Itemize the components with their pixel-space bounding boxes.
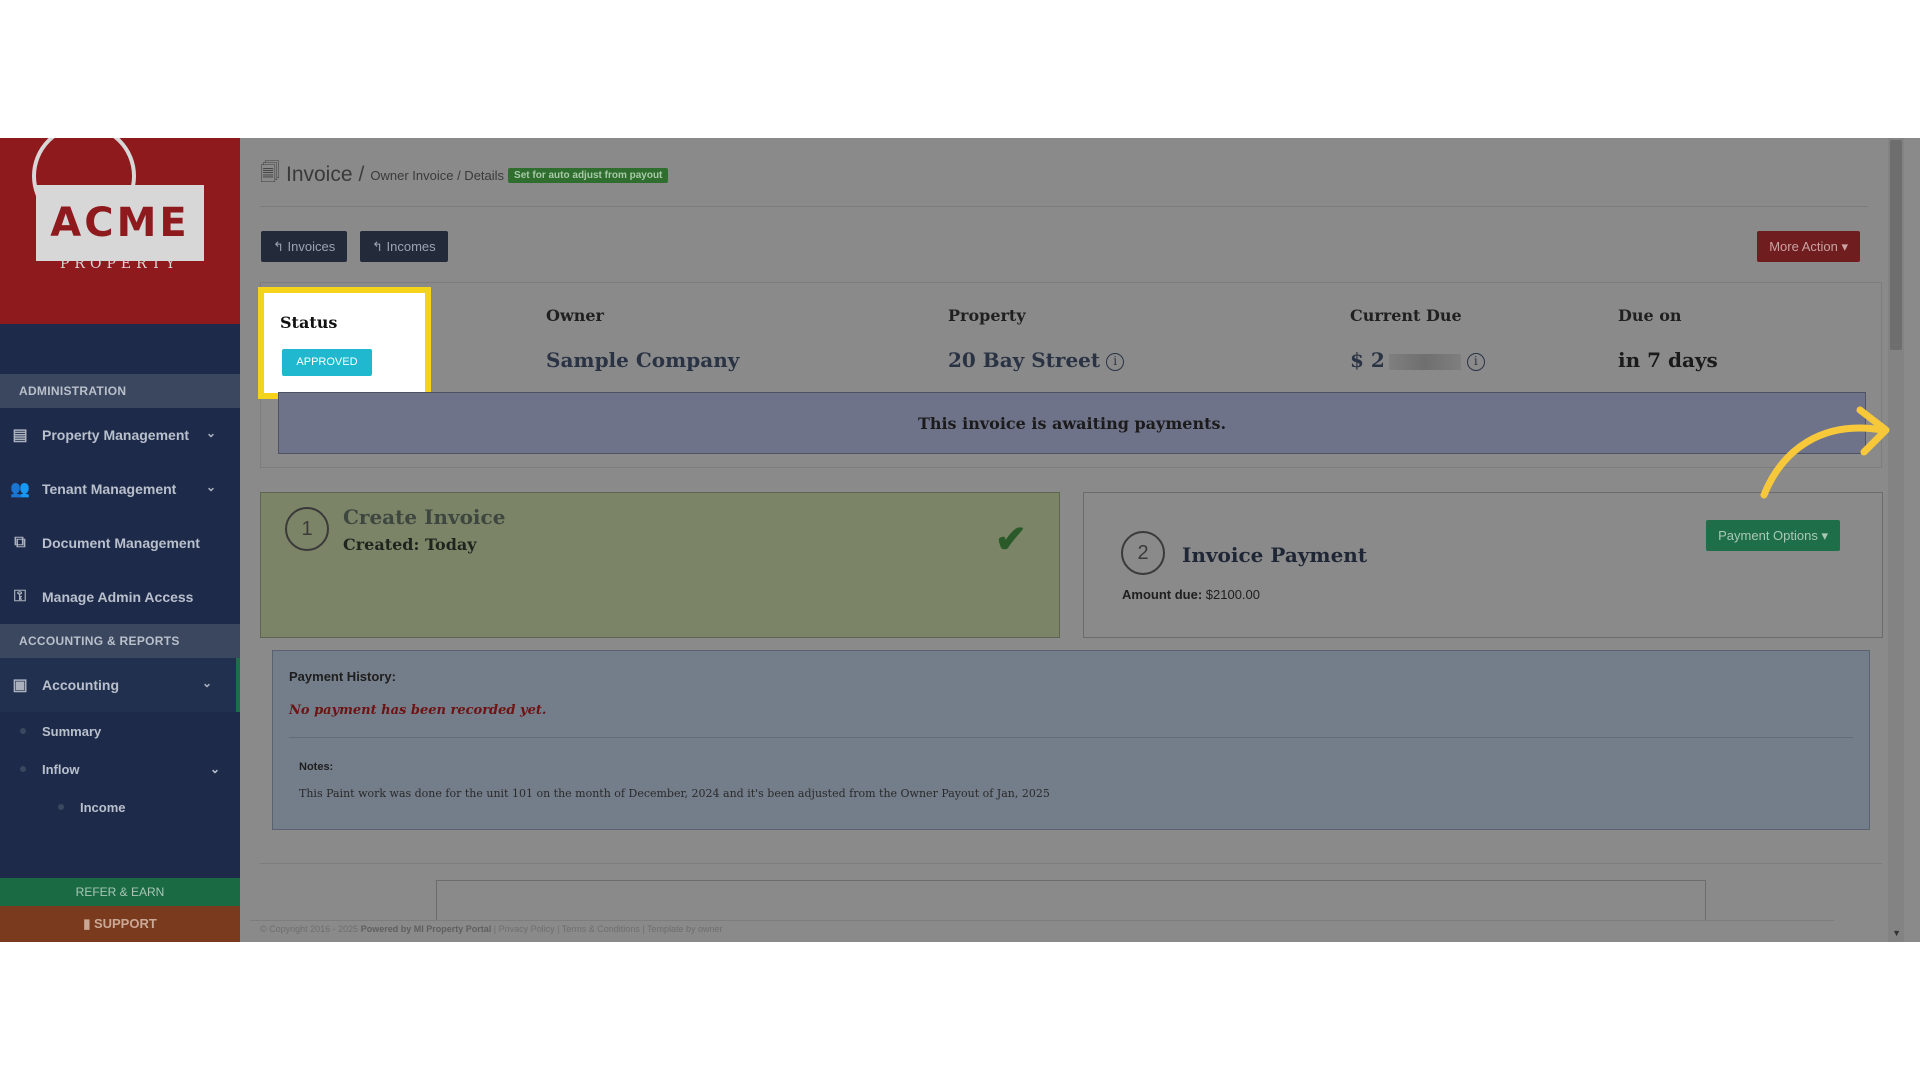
chevron-down-icon: ⌄ [205,480,216,494]
notes-label: Notes: [299,761,334,773]
owner-value: Sample Company [546,348,740,372]
app-window: ACME PROPERTY ADMINISTRATION ▤ Property … [0,138,1920,942]
due-on-label: Due on [1618,306,1682,325]
redacted-amount [1388,353,1461,370]
sidebar-item-document-management[interactable]: ⧉ Document Management [0,516,240,570]
main-content: 🗐 Invoice / Owner Invoice / Details Set … [240,138,1904,942]
due-on-value: in 7 days [1618,348,1718,372]
chevron-down-icon: ⌄ [205,426,216,440]
step-invoice-payment: 2 Invoice Payment Payment Options ▾ Amou… [1083,492,1883,638]
sidebar-item-manage-admin-access[interactable]: ⚿ Manage Admin Access [0,570,240,624]
sidebar-item-label: Document Management [42,535,200,551]
annotation-arrow-icon [1760,406,1890,499]
reply-icon: ↰ [273,239,288,254]
section-accounting-reports: ACCOUNTING & REPORTS [0,624,240,658]
reply-icon: ↰ [372,239,387,254]
sidebar-subitem-summary[interactable]: Summary [0,712,240,750]
checkmark-icon: ✔ [995,519,1027,561]
key-icon: ⚿ [13,588,27,605]
footer-links[interactable]: | Privacy Policy | Terms & Conditions | [494,924,645,934]
refer-earn-button[interactable]: REFER & EARN [0,878,240,906]
status-label: Status [280,313,338,332]
awaiting-payment-banner: This invoice is awaiting payments. [278,392,1866,454]
sidebar: ACME PROPERTY ADMINISTRATION ▤ Property … [0,138,240,942]
logo-subtext: PROPERTY [60,256,180,272]
logo[interactable]: ACME PROPERTY [0,138,240,324]
step-create-invoice: 1 Create Invoice Created: Today ✔ [260,492,1060,638]
breadcrumb: 🗐 Invoice / Owner Invoice / Details Set … [260,158,669,192]
scroll-down-arrow-icon[interactable]: ▼ [1892,928,1901,938]
sidebar-subitem-inflow[interactable]: Inflow ⌄ [0,750,240,788]
step-title: Invoice Payment [1182,543,1368,567]
current-due-label: Current Due [1350,306,1462,325]
page-title: Invoice [285,163,353,186]
money-icon: ▣ [12,677,28,694]
payment-history-panel: Payment History: No payment has been rec… [272,650,1870,830]
book-icon: ▮ [83,916,94,931]
incomes-back-button[interactable]: ↰ Incomes [360,231,448,262]
sidebar-item-label: Property Management [42,427,190,443]
step-number: 2 [1121,531,1165,575]
auto-adjust-badge: Set for auto adjust from payout [508,167,669,183]
lower-panel-inner [436,880,1706,920]
building-icon: ▤ [12,427,28,444]
property-label: Property [948,306,1026,325]
powered-by-link[interactable]: Powered by MI Property Portal [361,924,492,934]
info-icon[interactable]: i [1466,353,1485,371]
scrollbar-thumb[interactable] [1890,140,1902,350]
sidebar-item-label: Manage Admin Access [42,589,194,605]
owner-label: Owner [546,306,604,325]
chevron-down-icon: ⌄ [201,676,212,690]
documents-icon: ⧉ [14,534,26,551]
sidebar-item-tenant-management[interactable]: 👥 Tenant Management ⌄ [0,462,240,516]
property-value: 20 Bay Street i [948,348,1125,372]
sidebar-item-accounting[interactable]: ▣ Accounting ⌄ [0,658,240,712]
caret-down-icon: ▾ [1817,528,1828,543]
footer: © Copyright 2016 - 2025 Powered by MI Pr… [260,924,723,934]
support-button[interactable]: ▮ SUPPORT [0,906,240,942]
payment-history-empty: No payment has been recorded yet. [289,703,547,718]
sidebar-item-label: Accounting [42,677,119,693]
step-created: Created: Today [343,535,477,554]
current-due-value: $ 2i [1350,348,1485,372]
step-title: Create Invoice [343,505,506,529]
caret-down-icon: ▾ [1837,239,1848,254]
payment-history-label: Payment History: [289,669,396,684]
more-action-button[interactable]: More Action ▾ [1757,231,1860,262]
sidebar-item-property-management[interactable]: ▤ Property Management ⌄ [0,408,240,462]
sidebar-subitem-income[interactable]: Income [0,788,240,826]
status-highlight: Status APPROVED [258,287,431,399]
users-icon: 👥 [10,481,30,498]
breadcrumb-path[interactable]: Owner Invoice / Details [370,168,504,183]
step-number: 1 [285,507,329,551]
section-administration: ADMINISTRATION [0,374,240,408]
invoice-icon: 🗐 [260,162,280,184]
logo-text: ACME [50,200,190,246]
info-icon[interactable]: i [1106,353,1125,371]
chevron-down-icon: ⌄ [209,762,220,776]
sidebar-item-label: Tenant Management [42,481,177,497]
notes-text: This Paint work was done for the unit 10… [299,787,1050,800]
invoices-back-button[interactable]: ↰ Invoices [261,231,348,262]
payment-options-button[interactable]: Payment Options ▾ [1706,520,1840,551]
status-badge: APPROVED [282,349,372,376]
amount-due: Amount due: $2100.00 [1122,587,1261,602]
vertical-scrollbar[interactable]: ▼ [1888,138,1904,942]
